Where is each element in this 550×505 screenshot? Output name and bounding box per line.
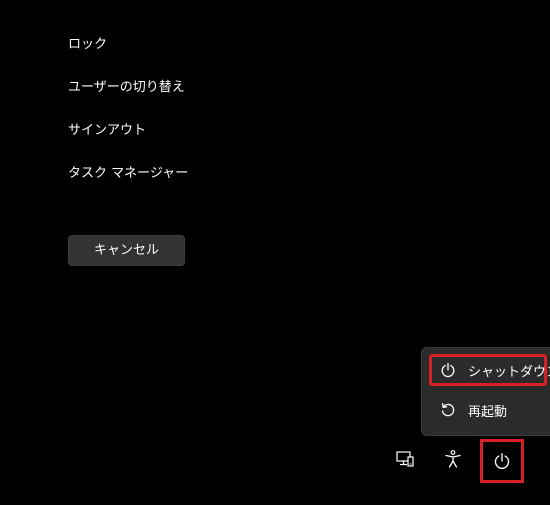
lock-option[interactable]: ロック bbox=[68, 36, 107, 54]
power-button[interactable] bbox=[480, 439, 524, 483]
shutdown-menu-item[interactable]: シャットダウン bbox=[429, 354, 550, 386]
shutdown-label: シャットダウン bbox=[468, 364, 550, 380]
cancel-button[interactable]: キャンセル bbox=[68, 235, 185, 266]
restart-icon bbox=[440, 402, 456, 418]
sign-out-option[interactable]: サインアウト bbox=[68, 122, 146, 140]
power-options-menu: シャットダウン 再起動 bbox=[421, 347, 550, 436]
accessibility-icon[interactable] bbox=[441, 447, 465, 471]
switch-user-option[interactable]: ユーザーの切り替え bbox=[68, 79, 185, 97]
restart-label: 再起動 bbox=[468, 404, 508, 420]
power-icon bbox=[440, 362, 456, 378]
task-manager-option[interactable]: タスク マネージャー bbox=[68, 165, 188, 183]
power-icon bbox=[493, 452, 511, 470]
restart-menu-item[interactable]: 再起動 bbox=[429, 394, 547, 426]
network-icon[interactable] bbox=[393, 447, 417, 471]
